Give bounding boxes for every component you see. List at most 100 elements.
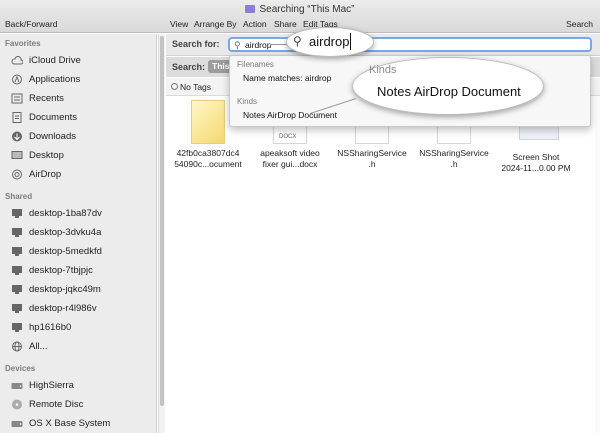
sidebar-item-label: HighSierra — [29, 379, 74, 391]
name-matches-suggestion[interactable]: Name matches: airdrop — [243, 73, 331, 83]
remote-disc-icon — [11, 399, 23, 410]
sidebar-item-shared[interactable]: desktop-5medkfd — [11, 243, 151, 259]
sidebar-item-downloads[interactable]: Downloads — [11, 128, 151, 144]
downloads-icon — [11, 131, 23, 142]
file-name-line2: 54090c...ocument — [174, 159, 242, 169]
desktop-icon — [11, 150, 23, 161]
sidebar-item-label: Applications — [29, 73, 81, 85]
sidebar-item-label: desktop-3dvku4a — [29, 226, 102, 238]
magnified-search-text: airdrop — [309, 34, 350, 49]
sidebar-item-label: AirDrop — [29, 168, 62, 180]
computer-icon — [11, 246, 23, 257]
file-name-line2: fixer gui...docx — [262, 159, 318, 169]
file-name-line2: .h — [368, 159, 376, 169]
share-menu[interactable]: Share — [274, 19, 297, 29]
action-menu[interactable]: Action — [243, 19, 267, 29]
devices-header: Devices — [5, 364, 36, 373]
filenames-header: Filenames — [237, 60, 274, 69]
toolbar: Searching “This Mac” Back/Forward View A… — [0, 0, 600, 33]
search-scope-label: Search: — [172, 62, 206, 72]
sidebar-item-recents[interactable]: Recents — [11, 90, 151, 106]
hard-disk-icon — [11, 380, 23, 391]
sidebar-item-airdrop[interactable]: AirDrop — [11, 166, 151, 182]
sidebar: Favorites iCloud Drive Applications Rece… — [0, 34, 157, 433]
sidebar-item-desktop[interactable]: Desktop — [11, 147, 151, 163]
computer-icon — [11, 265, 23, 276]
sidebar-item-label: desktop-jqkc49m — [29, 283, 101, 295]
sidebar-item-label: Remote Disc — [29, 398, 84, 410]
sidebar-item-shared[interactable]: desktop-jqkc49m — [11, 281, 151, 297]
content-scrollbar[interactable] — [595, 96, 600, 433]
sidebar-item-icloud-drive[interactable]: iCloud Drive — [11, 52, 151, 68]
computer-icon — [11, 322, 23, 333]
network-globe-icon — [11, 341, 23, 352]
computer-icon — [11, 284, 23, 295]
back-forward-button[interactable]: Back/Forward — [5, 19, 57, 29]
favorites-header: Favorites — [5, 39, 41, 48]
cloud-icon — [11, 55, 24, 66]
sidebar-item-label: OS X Base System — [29, 417, 111, 429]
sidebar-item-label: desktop-5medkfd — [29, 245, 102, 257]
sidebar-item-shared[interactable]: hp1616b0 — [11, 319, 151, 335]
file-name-line1: apeaksoft video — [260, 148, 320, 158]
search-icon: ⚲ — [293, 34, 302, 48]
notes-document-icon — [191, 100, 225, 144]
search-input-value: airdrop — [245, 40, 272, 50]
sidebar-item-label: Recents — [29, 92, 64, 104]
view-menu[interactable]: View — [170, 19, 188, 29]
sidebar-item-label: desktop-7tbjpjc — [29, 264, 93, 276]
window-title: Searching “This Mac” — [0, 4, 600, 15]
sidebar-item-applications[interactable]: Applications — [11, 71, 151, 87]
magnified-kind-item: Notes AirDrop Document — [377, 84, 521, 99]
computer-icon — [11, 227, 23, 238]
sidebar-item-label: desktop-r4l986v — [29, 302, 97, 314]
sidebar-scroll-thumb[interactable] — [160, 36, 164, 406]
sidebar-item-label: desktop-1ba87dv — [29, 207, 102, 219]
airdrop-icon — [11, 169, 23, 180]
sidebar-item-shared[interactable]: desktop-3dvku4a — [11, 224, 151, 240]
computer-icon — [11, 208, 23, 219]
kinds-header: Kinds — [237, 97, 258, 106]
magnifier-callout-kinds: Kinds Notes AirDrop Document — [352, 57, 544, 115]
hard-disk-icon — [11, 418, 23, 429]
sidebar-item-shared[interactable]: desktop-7tbjpjc — [11, 262, 151, 278]
sidebar-item-label: iCloud Drive — [29, 54, 81, 66]
file-name-line2: 2024-11...0.00 PM — [501, 163, 571, 173]
arrange-by-menu[interactable]: Arrange By — [194, 19, 237, 29]
file-name-line1: NSSharingService — [337, 148, 407, 158]
sidebar-item-highsierra[interactable]: HighSierra — [11, 377, 151, 393]
documents-icon — [11, 111, 23, 123]
tag-circle-icon — [171, 83, 178, 90]
sidebar-item-os-x-base-system[interactable]: OS X Base System — [11, 415, 151, 431]
sidebar-item-label: Downloads — [29, 130, 76, 142]
file-name-line2: .h — [450, 159, 458, 169]
search-bar-row: Search for: ⚲ airdrop — [166, 34, 600, 56]
sidebar-item-shared[interactable]: desktop-r4l986v — [11, 300, 151, 316]
text-cursor — [350, 33, 351, 50]
sidebar-item-label: hp1616b0 — [29, 321, 72, 333]
magnifier-callout-search: ⚲ airdrop — [286, 27, 374, 57]
shared-header: Shared — [5, 192, 33, 201]
no-tags-label[interactable]: No Tags — [180, 82, 211, 92]
sidebar-item-label: Desktop — [29, 149, 64, 161]
recents-icon — [11, 93, 23, 104]
applications-icon — [11, 74, 23, 85]
computer-icon — [11, 303, 23, 314]
sidebar-item-documents[interactable]: Documents — [11, 109, 151, 125]
magnified-kinds-header: Kinds — [369, 64, 397, 76]
sidebar-item-shared[interactable]: desktop-1ba87dv — [11, 205, 151, 221]
folder-icon — [245, 5, 256, 13]
sidebar-item-remote-disc[interactable]: Remote Disc — [11, 396, 151, 412]
toolbar-search[interactable]: Search — [566, 19, 593, 29]
file-name-line1: NSSharingService — [419, 148, 489, 158]
file-name-line1: Screen Shot — [512, 152, 560, 162]
sidebar-scrollbar[interactable] — [158, 34, 165, 433]
sidebar-item-label: All... — [29, 340, 48, 352]
window-title-text: Searching “This Mac” — [259, 4, 355, 15]
file-name-line1: 42fb0ca3807dc4 — [176, 148, 240, 158]
search-icon: ⚲ — [234, 40, 241, 50]
search-for-label: Search for: — [172, 39, 220, 49]
sidebar-item-label: Documents — [29, 111, 78, 123]
kind-suggestion-notes-airdrop[interactable]: Notes AirDrop Document — [243, 110, 337, 120]
sidebar-item-all[interactable]: All... — [11, 338, 151, 354]
